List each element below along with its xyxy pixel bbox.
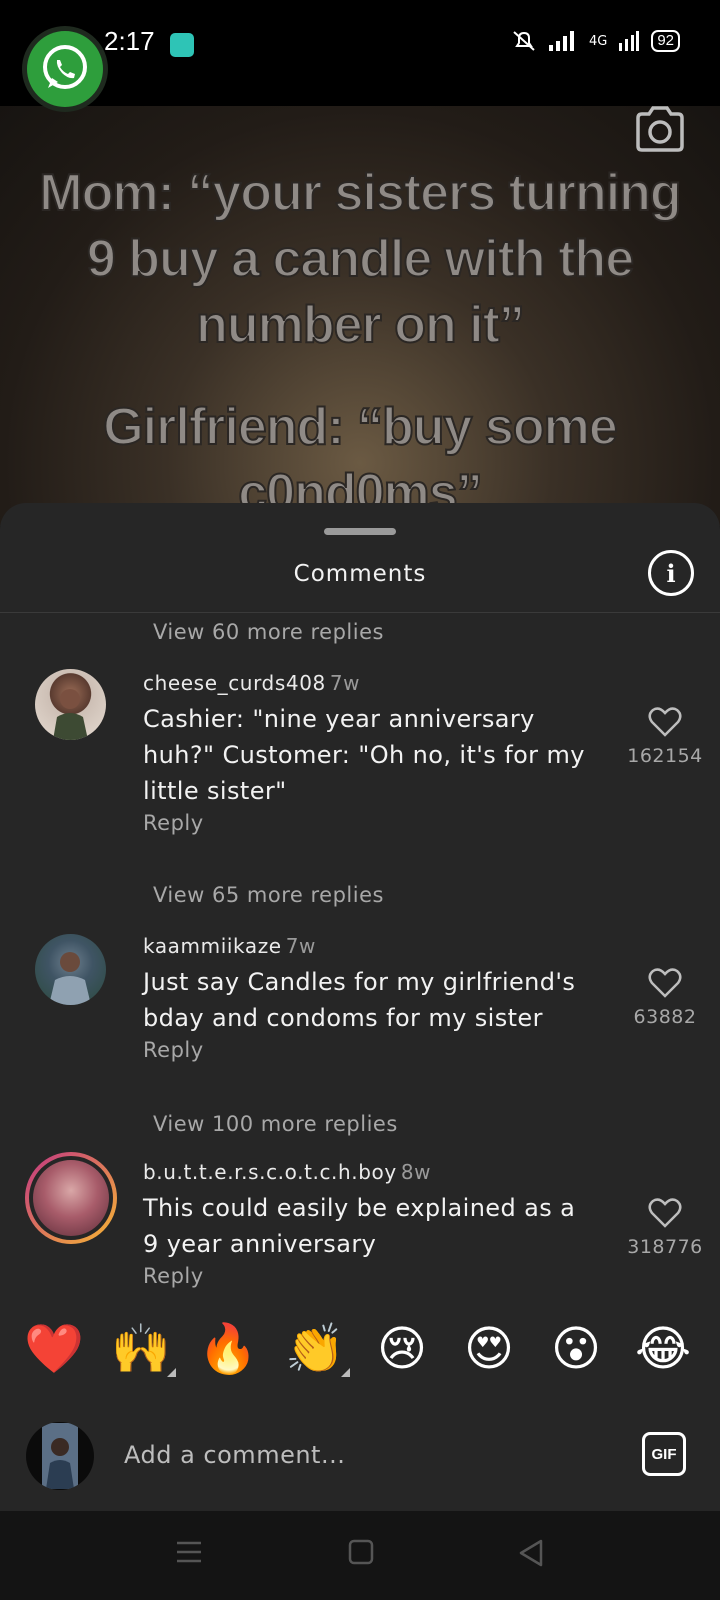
signal2-icon [619, 31, 640, 51]
status-indicators: 4G 92 [511, 30, 680, 52]
status-bar: 2:17 4G 92 [0, 0, 720, 106]
heart-icon [648, 968, 682, 998]
reaction-clap[interactable]: 👏 [280, 1317, 350, 1381]
gif-icon: GIF [651, 1445, 677, 1463]
view-more-replies[interactable]: View 100 more replies [153, 1112, 398, 1136]
comment-username[interactable]: b.u.t.t.e.r.s.c.o.t.c.h.boy 8w [143, 1160, 431, 1184]
video-player[interactable]: Mom: “your sisters turning 9 buy a candl… [0, 106, 720, 526]
video-caption-line: 9 buy a candle with the [86, 229, 635, 289]
back-nav-icon [519, 1539, 543, 1567]
reply-button[interactable]: Reply [143, 1264, 204, 1288]
reaction-crying[interactable]: 😢 [367, 1317, 437, 1381]
whatsapp-icon [43, 45, 87, 89]
network-type: 4G [588, 33, 608, 49]
home-nav-icon [348, 1539, 374, 1565]
video-caption-line: number on it” [195, 295, 526, 355]
view-more-replies[interactable]: View 65 more replies [153, 883, 384, 907]
avatar[interactable] [35, 669, 106, 740]
info-icon: i [666, 558, 676, 588]
comment-age: 7w [285, 934, 317, 958]
reaction-heart-eyes[interactable]: 😍 [454, 1317, 524, 1381]
comment-age: 8w [400, 1160, 432, 1184]
username-text: kaammiikaze [143, 934, 282, 958]
menu-nav-button[interactable] [176, 1539, 202, 1569]
like-count: 162154 [627, 745, 703, 767]
my-avatar [26, 1422, 94, 1490]
reaction-fire[interactable]: 🔥 [193, 1317, 263, 1381]
reply-button[interactable]: Reply [143, 811, 204, 835]
avatar [33, 1160, 109, 1236]
like-count: 318776 [627, 1236, 703, 1258]
reaction-laughing[interactable]: 😂 [628, 1317, 698, 1381]
quick-reactions-bar: ❤️ 🙌 🔥 👏 😢 😍 😮 😂 [0, 1317, 720, 1397]
like-button[interactable]: 162154 [620, 707, 710, 767]
comment-age: 7w [329, 671, 361, 695]
system-nav-bar [0, 1511, 720, 1600]
comment-composer: GIF [0, 1392, 720, 1510]
reply-button[interactable]: Reply [143, 1038, 204, 1062]
avatar[interactable] [35, 934, 106, 1005]
mute-icon [513, 31, 535, 51]
app-notification-icon [170, 33, 194, 57]
skin-tone-indicator [341, 1368, 350, 1377]
heart-icon [648, 707, 682, 737]
camera-button[interactable] [634, 106, 686, 156]
camera-icon [636, 106, 684, 152]
back-nav-button[interactable] [518, 1539, 544, 1571]
status-time: 2:17 [104, 26, 155, 56]
view-more-replies[interactable]: View 60 more replies [153, 620, 384, 644]
skin-tone-indicator [167, 1368, 176, 1377]
video-caption-line: Mom: “your sisters turning [38, 163, 682, 223]
comment-text: Cashier: "nine year anniversary huh?" Cu… [143, 705, 585, 805]
signal-icon [548, 31, 574, 51]
whatsapp-bubble[interactable] [22, 26, 108, 112]
raised-hands-emoji: 🙌 [111, 1321, 171, 1377]
heart-icon [648, 1198, 682, 1228]
battery-indicator: 92 [651, 30, 680, 52]
header-divider [0, 612, 720, 613]
username-text: cheese_curds408 [143, 671, 326, 695]
comment-username[interactable]: cheese_curds408 7w [143, 671, 360, 695]
username-text: b.u.t.t.e.r.s.c.o.t.c.h.boy [143, 1160, 397, 1184]
like-button[interactable]: 63882 [620, 968, 710, 1028]
sheet-title: Comments [293, 561, 427, 587]
avatar-story-ring[interactable] [25, 1152, 117, 1244]
like-button[interactable]: 318776 [620, 1198, 710, 1258]
comment-username[interactable]: kaammiikaze 7w [143, 934, 316, 958]
comment-text: Just say Candles for my girlfriend's bda… [143, 968, 576, 1032]
gif-button[interactable]: GIF [642, 1432, 686, 1476]
reaction-surprised[interactable]: 😮 [541, 1317, 611, 1381]
sheet-drag-handle[interactable] [324, 528, 396, 535]
home-nav-button[interactable] [348, 1539, 374, 1569]
comment-text: This could easily be explained as a 9 ye… [143, 1194, 576, 1258]
info-button[interactable]: i [648, 550, 694, 596]
video-caption-line: Girlfriend: “buy some [102, 397, 619, 457]
menu-nav-icon [177, 1541, 201, 1563]
comment-input[interactable] [110, 1426, 606, 1484]
reaction-heart[interactable]: ❤️ [19, 1317, 89, 1381]
reaction-raised-hands[interactable]: 🙌 [106, 1317, 176, 1381]
like-count: 63882 [633, 1006, 697, 1028]
clap-emoji: 👏 [285, 1321, 345, 1377]
